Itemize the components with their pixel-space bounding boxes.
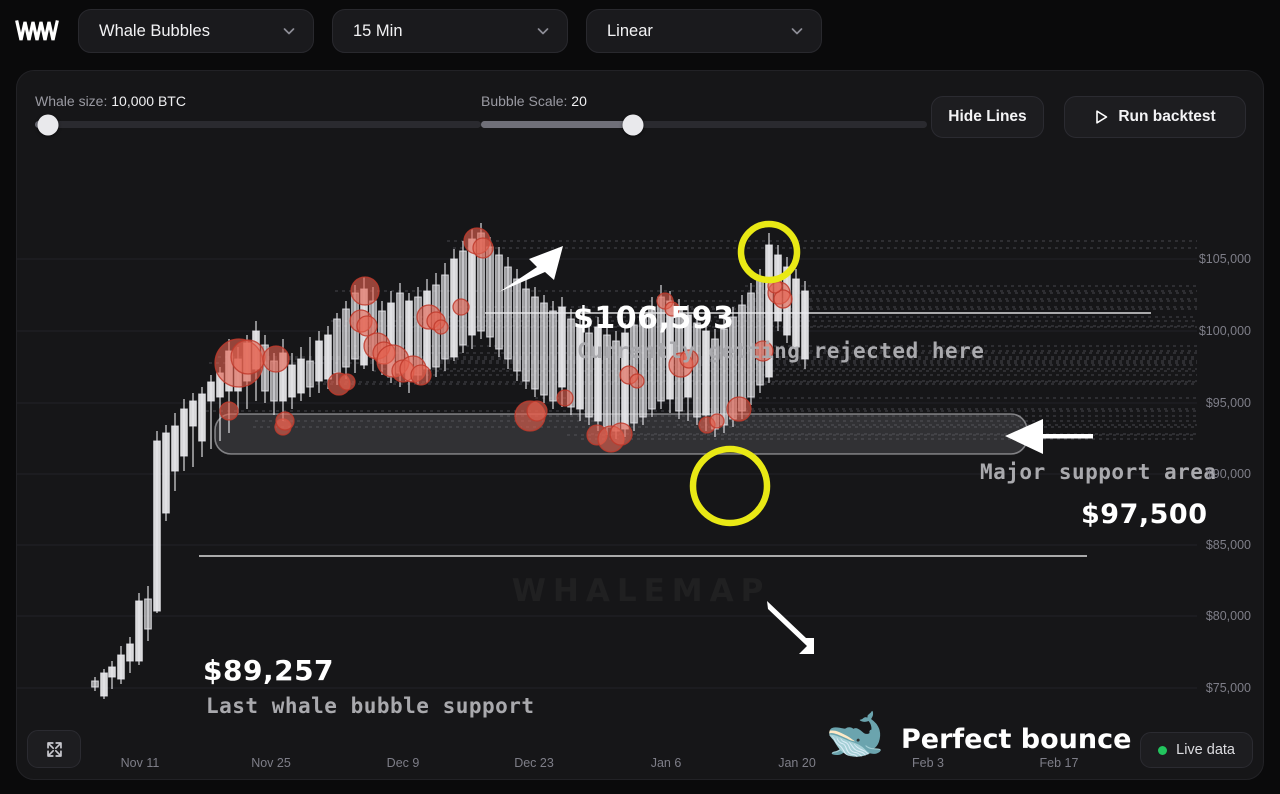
whale-size-slider[interactable] — [35, 114, 481, 135]
live-data-label: Live data — [1176, 742, 1235, 758]
timeframe-select-value: 15 Min — [353, 21, 403, 40]
bubble-scale-slider-fill — [481, 121, 633, 128]
x-axis-tick-label: Dec 23 — [514, 756, 554, 770]
scale-select[interactable]: Linear — [586, 9, 822, 53]
whale-icon: 🐋 — [825, 708, 885, 761]
mode-select[interactable]: Whale Bubbles — [78, 9, 314, 53]
y-axis-tick-label: $105,000 — [1198, 252, 1251, 266]
x-axis-tick-label: Jan 6 — [650, 756, 682, 770]
y-axis-tick-label: $80,000 — [1205, 609, 1251, 623]
bubble-scale-control: Bubble Scale: 20 — [481, 93, 927, 135]
y-axis-tick-label: $90,000 — [1205, 467, 1251, 481]
timeframe-select[interactable]: 15 Min — [332, 9, 568, 53]
waveform-logo-icon[interactable] — [14, 16, 60, 46]
fullscreen-button[interactable] — [27, 730, 81, 768]
top-bar: Whale Bubbles 15 Min Linear — [0, 0, 1280, 62]
y-axis-tick-label: $95,000 — [1205, 396, 1251, 410]
whale-size-slider-knob[interactable] — [37, 114, 59, 135]
chevron-down-icon — [789, 23, 805, 39]
x-axis-tick-label: Nov 11 — [120, 756, 160, 770]
live-data-badge[interactable]: Live data — [1140, 732, 1253, 768]
chart-card: Whale size: 10,000 BTC Bubble Scale: 20 … — [16, 70, 1264, 780]
y-axis-tick-label: $85,000 — [1205, 538, 1251, 552]
hide-lines-label: Hide Lines — [948, 108, 1027, 125]
hide-lines-button[interactable]: Hide Lines — [931, 96, 1044, 138]
whale-size-control: Whale size: 10,000 BTC — [35, 93, 481, 135]
x-axis-tick-label: Dec 9 — [386, 756, 420, 770]
bubble-scale-slider[interactable] — [481, 114, 927, 135]
run-backtest-button[interactable]: Run backtest — [1064, 96, 1246, 138]
bubble-scale-slider-knob[interactable] — [622, 114, 644, 135]
run-backtest-label: Run backtest — [1118, 108, 1216, 125]
x-axis-tick-label: Nov 25 — [251, 756, 291, 770]
whale-size-value: 10,000 BTC — [111, 93, 186, 109]
bubble-scale-value: 20 — [571, 93, 587, 109]
play-triangle-icon — [1094, 109, 1109, 125]
whale-size-label: Whale size: 10,000 BTC — [35, 93, 186, 109]
x-axis-tick-label: Jan 20 — [778, 756, 816, 770]
mode-select-value: Whale Bubbles — [99, 21, 210, 40]
y-axis-tick-label: $75,000 — [1205, 681, 1251, 695]
chart-canvas — [17, 220, 1197, 699]
chevron-down-icon — [281, 23, 297, 39]
bubble-scale-label: Bubble Scale: 20 — [481, 93, 587, 109]
x-axis-tick-label: Feb 17 — [1039, 756, 1079, 770]
chart-controls: Whale size: 10,000 BTC Bubble Scale: 20 … — [17, 71, 1263, 149]
x-axis-tick-label: Feb 3 — [912, 756, 944, 770]
chevron-down-icon — [535, 23, 551, 39]
live-status-dot — [1158, 745, 1168, 755]
scale-select-value: Linear — [607, 21, 653, 40]
price-chart[interactable]: WHALEMAP $106,593 Currently getting reje… — [17, 149, 1263, 779]
y-axis-tick-label: $100,000 — [1198, 324, 1251, 338]
expand-arrows-icon — [45, 740, 64, 759]
